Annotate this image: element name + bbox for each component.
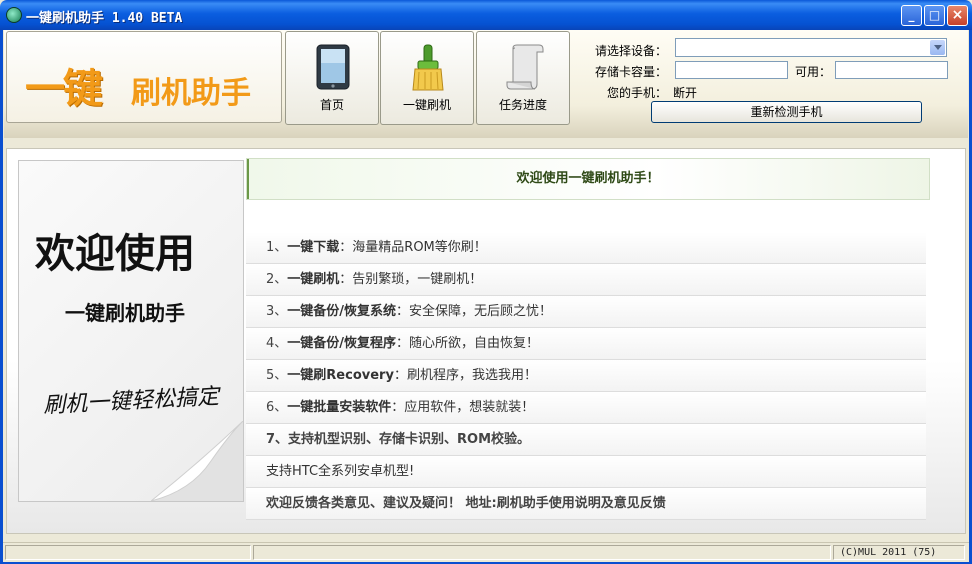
tablet-icon: [316, 44, 350, 90]
nav-progress-button[interactable]: 任务进度: [476, 31, 570, 125]
poster-line3: 刷机一键轻松搞定: [42, 384, 220, 419]
feature-key: 一键下载: [287, 240, 340, 255]
brush-icon: [412, 44, 444, 91]
feature-item: 5、一键刷Recovery：刷机程序，我选我用！: [246, 360, 926, 392]
feature-num: 6、: [266, 400, 288, 415]
feature-num: 1、: [266, 240, 288, 255]
chevron-down-icon[interactable]: [930, 40, 945, 55]
welcome-banner: 欢迎使用一键刷机助手！: [246, 158, 930, 200]
feature-item: 6、一键批量安装软件：应用软件，想装就装！: [246, 392, 926, 424]
feature-key: 一键备份/恢复系统: [287, 304, 397, 319]
feature-item: 2、一键刷机：告别繁琐，一键刷机！: [246, 264, 926, 296]
feature-desc: ：应用软件，想装就装！: [391, 400, 535, 415]
status-pane-2: [253, 545, 831, 560]
phone-label: 您的手机：: [607, 86, 668, 100]
nav-home-label: 首页: [319, 98, 344, 112]
welcome-poster: 欢迎使用 一键刷机助手 刷机一键轻松搞定: [18, 160, 244, 502]
device-select[interactable]: [675, 38, 947, 57]
poster-line2: 一键刷机助手: [65, 301, 185, 325]
feature-desc: ：告别繁琐，一键刷机！: [339, 272, 483, 287]
feature-desc: ：刷机程序，我选我用！: [393, 368, 537, 383]
available-label: 可用：: [795, 65, 832, 79]
redetect-phone-button[interactable]: 重新检测手机: [651, 101, 922, 123]
window-title: 一键刷机助手 1.40 BETA: [26, 11, 183, 26]
nav-home-button[interactable]: 首页: [285, 31, 379, 125]
feature-desc: ：随心所欲，自由恢复！: [396, 336, 540, 351]
storage-field[interactable]: [675, 61, 788, 79]
feature-item: 3、一键备份/恢复系统：安全保障，无后顾之忧！: [246, 296, 926, 328]
close-icon: ×: [951, 7, 964, 23]
feature-num: 4、: [266, 336, 288, 351]
poster-line1: 欢迎使用: [35, 230, 195, 277]
title-bar[interactable]: 一键刷机助手 1.40 BETA _ □ ×: [0, 0, 972, 30]
available-field[interactable]: [835, 61, 948, 79]
app-logo: 一键 刷机助手: [6, 31, 282, 123]
status-pane-1: [5, 545, 251, 560]
feature-item: 1、一键下载：海量精品ROM等你刷！: [246, 232, 926, 264]
storage-label: 存储卡容量：: [595, 65, 668, 79]
feature-key: 一键刷机: [287, 272, 340, 287]
select-device-label: 请选择设备：: [595, 44, 668, 58]
feedback-link[interactable]: 欢迎反馈各类意见、建议及疑问！ 地址:刷机助手使用说明及意见反馈: [246, 488, 926, 520]
htc-support-note: 支持HTC全系列安卓机型!: [246, 456, 926, 488]
app-icon: [6, 7, 22, 23]
page-curl-icon: [151, 421, 243, 501]
feature-num: 3、: [266, 304, 288, 319]
close-button[interactable]: ×: [947, 5, 968, 26]
minimize-icon: _: [908, 8, 915, 22]
maximize-icon: □: [928, 8, 941, 22]
phone-status: 断开: [673, 86, 698, 100]
feature-num: 5、: [266, 368, 288, 383]
feature-desc: ：海量精品ROM等你刷！: [339, 240, 487, 255]
status-bar: (C)MUL 2011 (75): [3, 542, 969, 562]
scroll-icon: [506, 44, 544, 90]
feature-num: 2、: [266, 272, 288, 287]
nav-flash-label: 一键刷机: [402, 98, 451, 112]
feature-item-7: 7、支持机型识别、存储卡识别、ROM校验。: [246, 424, 926, 456]
status-copyright: (C)MUL 2011 (75): [833, 545, 965, 560]
logo-small-text: 刷机助手: [131, 76, 251, 111]
feature-item: 4、一键备份/恢复程序：随心所欲，自由恢复！: [246, 328, 926, 360]
nav-progress-label: 任务进度: [498, 98, 547, 112]
minimize-button[interactable]: _: [901, 5, 922, 26]
nav-flash-button[interactable]: 一键刷机: [380, 31, 474, 125]
feature-key: 一键备份/恢复程序: [287, 336, 397, 351]
feature-desc: ：安全保障，无后顾之忧！: [396, 304, 553, 319]
logo-big-text: 一键: [25, 66, 103, 112]
feature-key: 一键刷Recovery: [287, 368, 394, 383]
maximize-button[interactable]: □: [924, 5, 945, 26]
feature-key: 一键批量安装软件: [287, 400, 392, 415]
